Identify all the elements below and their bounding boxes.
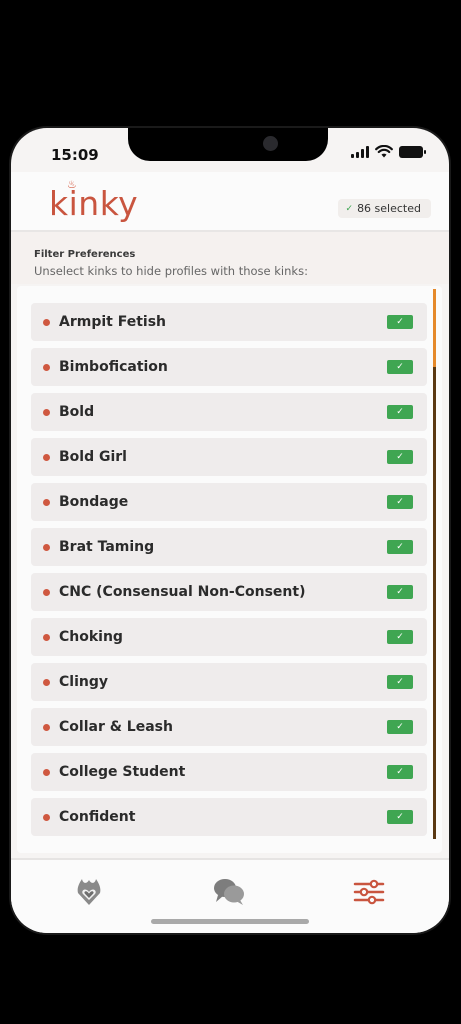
kink-label: Bold <box>59 404 95 420</box>
status-icons <box>351 145 426 158</box>
kink-label: Confident <box>59 809 136 825</box>
kink-item[interactable]: Collar & Leash ✓ <box>31 708 427 746</box>
bullet-dot-icon <box>43 678 50 686</box>
kink-item[interactable]: Armpit Fetish ✓ <box>31 303 427 341</box>
kink-label: Bondage <box>59 494 129 510</box>
filter-title: Filter Preferences <box>34 249 136 260</box>
camera-icon <box>263 136 278 151</box>
kink-checkbox[interactable]: ✓ <box>387 765 413 779</box>
bullet-dot-icon <box>43 318 50 326</box>
kink-checkbox[interactable]: ✓ <box>387 495 413 509</box>
cellular-signal-icon <box>351 145 369 158</box>
bullet-dot-icon <box>43 633 50 641</box>
kink-item[interactable]: CNC (Consensual Non-Consent) ✓ <box>31 573 427 611</box>
kink-checkbox[interactable]: ✓ <box>387 540 413 554</box>
bullet-dot-icon <box>43 588 50 596</box>
kink-checkbox[interactable]: ✓ <box>387 450 413 464</box>
nav-discover[interactable] <box>69 874 109 910</box>
nav-messages[interactable] <box>209 874 249 910</box>
kink-checkbox[interactable]: ✓ <box>387 360 413 374</box>
bullet-dot-icon <box>43 723 50 731</box>
bullet-dot-icon <box>43 408 50 416</box>
kink-label: Choking <box>59 629 123 645</box>
bullet-dot-icon <box>43 453 50 461</box>
home-indicator[interactable] <box>151 919 309 924</box>
kink-label: Armpit Fetish <box>59 314 166 330</box>
kink-checkbox[interactable]: ✓ <box>387 585 413 599</box>
kink-list-panel[interactable]: Armpit Fetish ✓ Bimbofication ✓ Bold ✓ Bold Gi… <box>17 286 442 853</box>
selected-count-badge: ✓ 86 selected <box>337 199 431 218</box>
kink-item[interactable]: College Student ✓ <box>31 753 427 791</box>
kink-checkbox[interactable]: ✓ <box>387 315 413 329</box>
kink-item[interactable]: Bondage ✓ <box>31 483 427 521</box>
notch <box>128 128 328 161</box>
kink-label: Brat Taming <box>59 539 155 555</box>
selected-count-label: 86 selected <box>357 202 421 215</box>
kink-item[interactable]: Choking ✓ <box>31 618 427 656</box>
status-time: 15:09 <box>51 146 99 164</box>
kink-checkbox[interactable]: ✓ <box>387 810 413 824</box>
kink-checkbox[interactable]: ✓ <box>387 405 413 419</box>
kink-checkbox[interactable]: ✓ <box>387 630 413 644</box>
chat-bubbles-icon <box>214 879 244 905</box>
bullet-dot-icon <box>43 768 50 776</box>
kink-label: Clingy <box>59 674 108 690</box>
flame-heart-icon <box>77 879 101 905</box>
battery-icon <box>399 145 426 158</box>
kink-label: CNC (Consensual Non-Consent) <box>59 584 306 600</box>
kink-label: College Student <box>59 764 186 780</box>
nav-filters[interactable] <box>349 874 389 910</box>
scrollbar-track[interactable] <box>433 289 436 839</box>
bullet-dot-icon <box>43 498 50 506</box>
kink-item[interactable]: Brat Taming ✓ <box>31 528 427 566</box>
bullet-dot-icon <box>43 363 50 371</box>
kink-label: Bimbofication <box>59 359 168 375</box>
filter-preferences: Filter Preferences Unselect kinks to hid… <box>11 232 449 284</box>
app-header: ♨ kinky ✓ 86 selected <box>11 172 449 232</box>
phone-frame: 15:09 ♨ kinky ✓ 86 selected Filter Prefe… <box>11 128 449 933</box>
kink-checkbox[interactable]: ✓ <box>387 675 413 689</box>
check-icon: ✓ <box>345 203 354 214</box>
sliders-icon <box>353 879 385 905</box>
bullet-dot-icon <box>43 813 50 821</box>
kink-item[interactable]: Bold ✓ <box>31 393 427 431</box>
kink-checkbox[interactable]: ✓ <box>387 720 413 734</box>
kink-label: Collar & Leash <box>59 719 173 735</box>
kink-list: Armpit Fetish ✓ Bimbofication ✓ Bold ✓ Bold Gi… <box>31 303 427 836</box>
kink-label: Bold Girl <box>59 449 127 465</box>
filter-subtitle: Unselect kinks to hide profiles with tho… <box>34 264 308 278</box>
kink-item[interactable]: Bold Girl ✓ <box>31 438 427 476</box>
kink-item[interactable]: Clingy ✓ <box>31 663 427 701</box>
bullet-dot-icon <box>43 543 50 551</box>
kink-item[interactable]: Bimbofication ✓ <box>31 348 427 386</box>
kink-item[interactable]: Confident ✓ <box>31 798 427 836</box>
wifi-icon <box>375 145 393 158</box>
app-logo: kinky <box>49 184 139 223</box>
scrollbar-thumb[interactable] <box>433 289 436 367</box>
